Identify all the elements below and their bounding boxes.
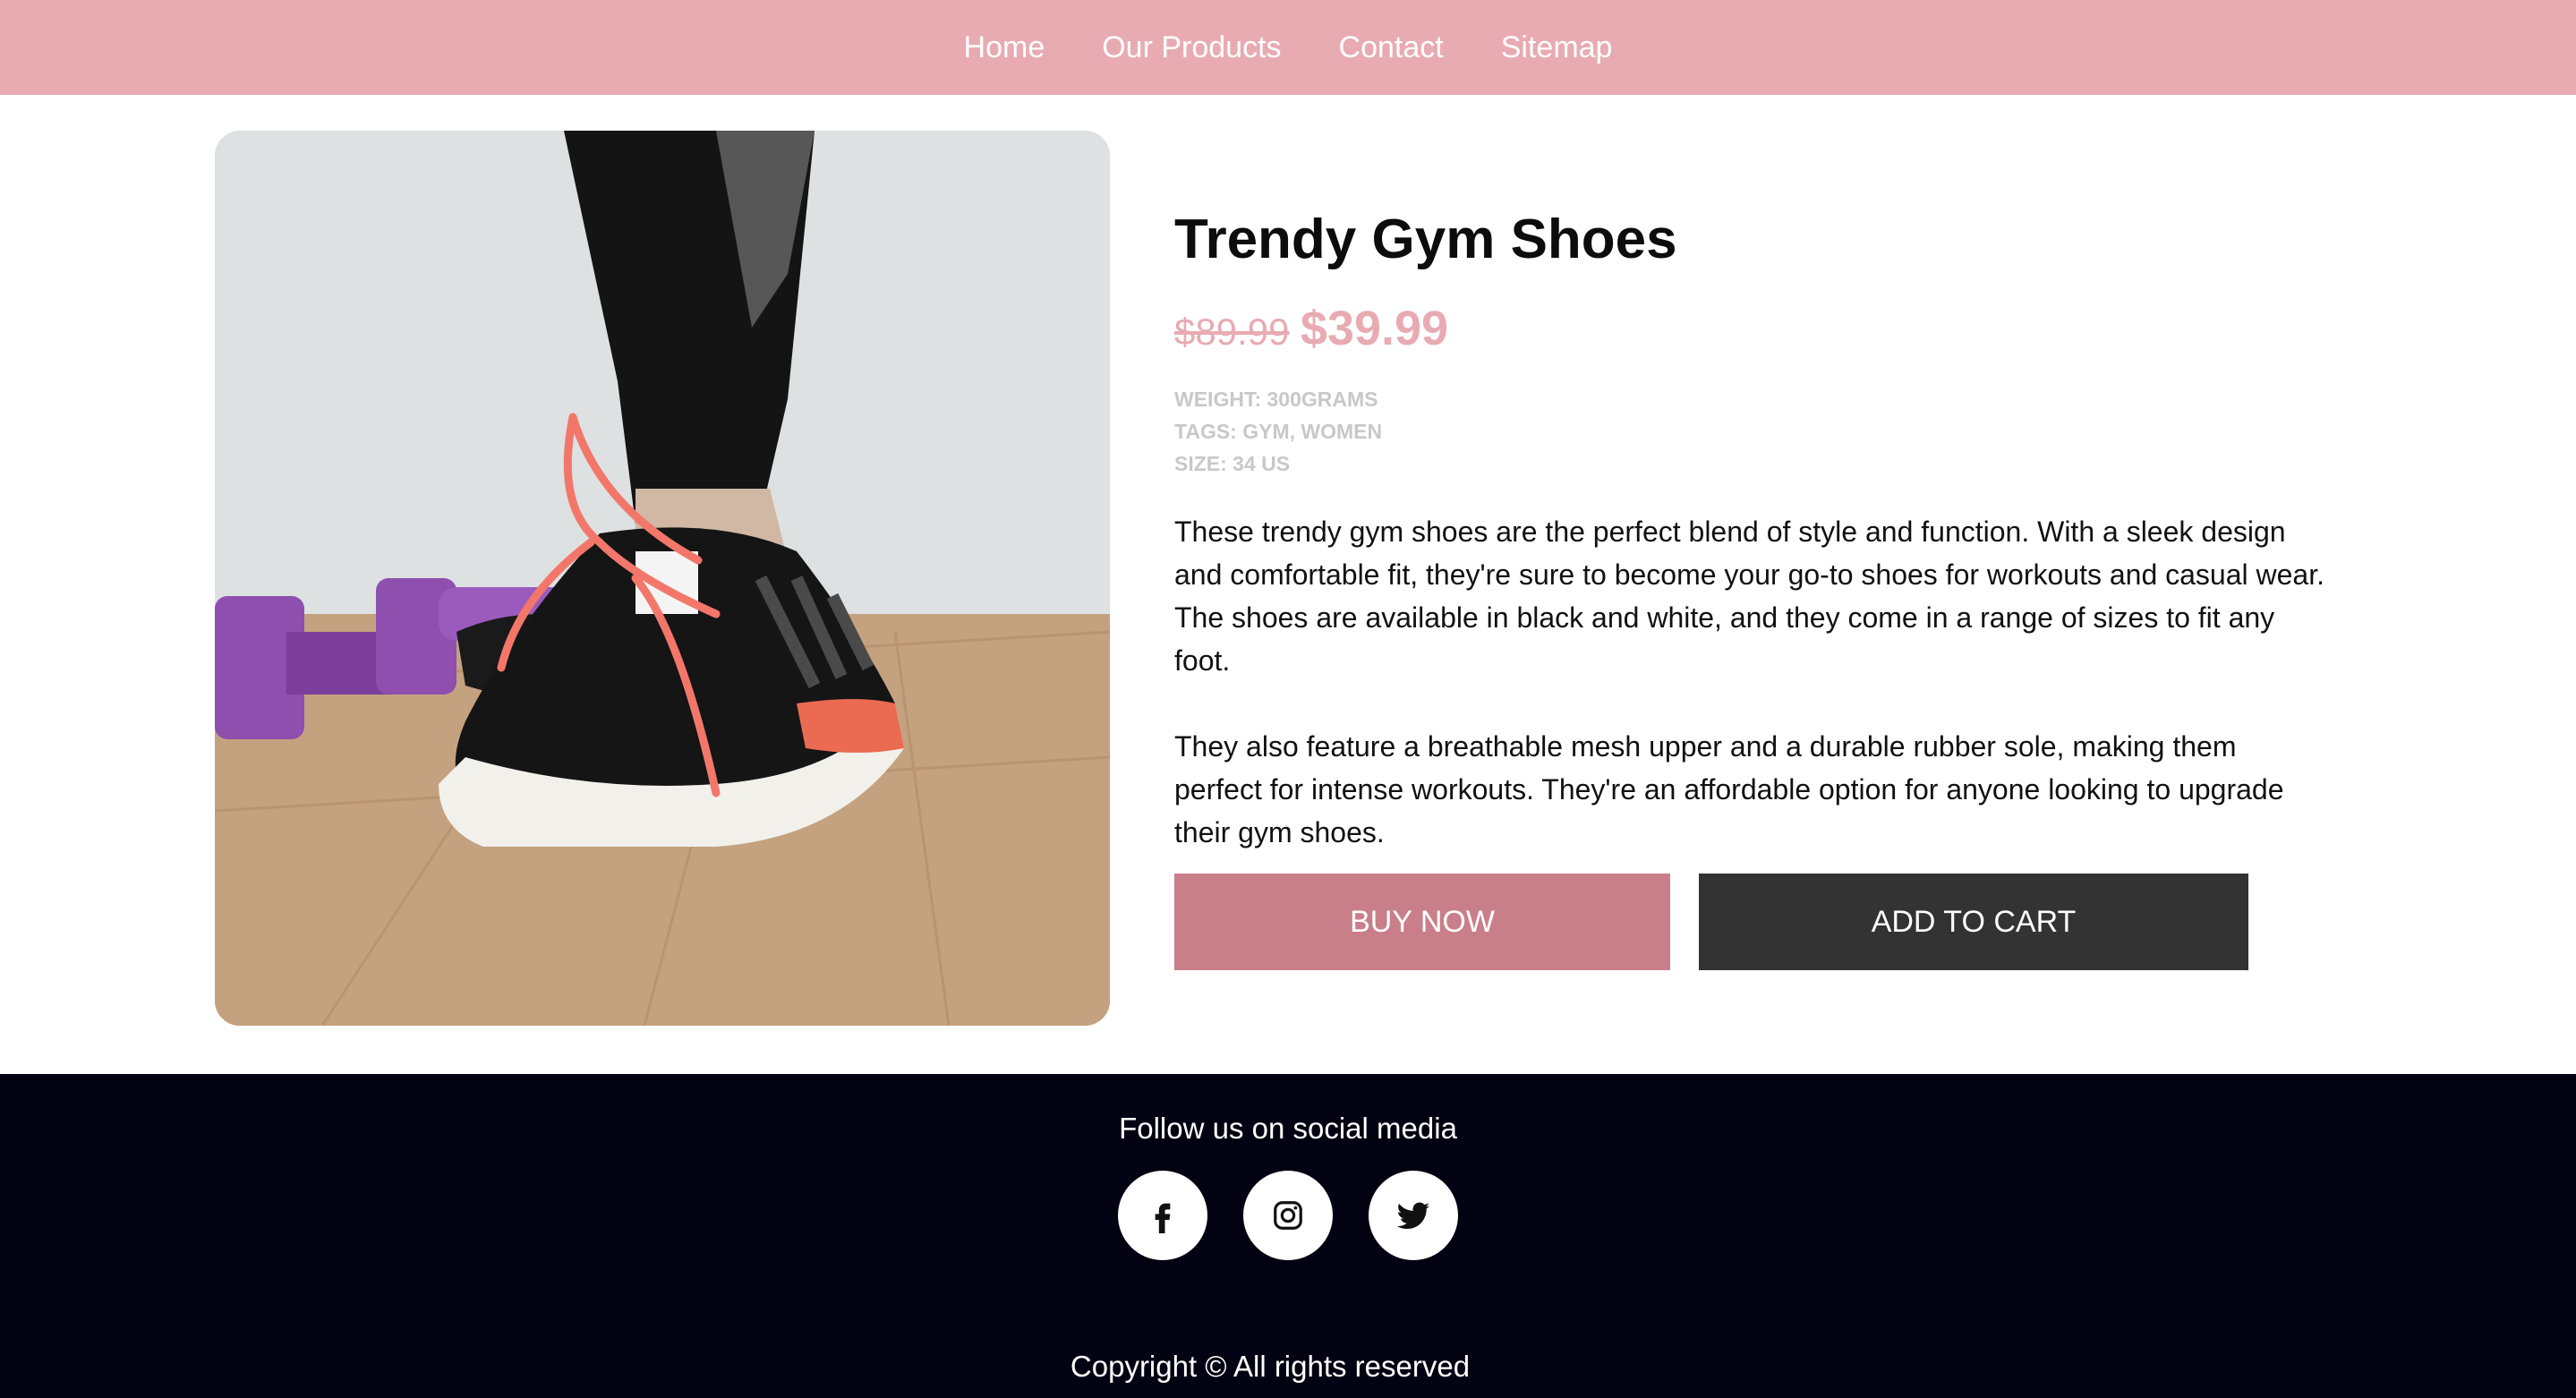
description-paragraph-1: These trendy gym shoes are the perfect b…	[1174, 516, 2324, 677]
nav-contact[interactable]: Contact	[1339, 0, 1444, 95]
nav-sitemap[interactable]: Sitemap	[1501, 0, 1613, 95]
product-description: These trendy gym shoes are the perfect b…	[1174, 510, 2329, 854]
product-meta: WEIGHT: 300GRAMS TAGS: GYM, WOMEN SIZE: …	[1174, 383, 1382, 480]
old-price: $89.99	[1174, 311, 1290, 353]
description-paragraph-2: They also feature a breathable mesh uppe…	[1174, 730, 2284, 848]
shoe-illustration	[215, 131, 1110, 1026]
weight-text: WEIGHT: 300GRAMS	[1174, 388, 1378, 411]
nav-home[interactable]: Home	[964, 0, 1045, 95]
facebook-icon[interactable]	[1118, 1171, 1207, 1260]
nav-our-products[interactable]: Our Products	[1102, 0, 1281, 95]
product-title: Trendy Gym Shoes	[1174, 209, 1677, 270]
size-text: SIZE: 34 US	[1174, 452, 1291, 475]
social-links	[0, 1171, 2576, 1260]
add-to-cart-button[interactable]: ADD TO CART	[1699, 874, 2248, 970]
price-row: $89.99 $39.99	[1174, 301, 1448, 356]
copyright-text: Copyright © All rights reserved	[1070, 1350, 1471, 1383]
current-price: $39.99	[1300, 302, 1449, 355]
buy-now-button[interactable]: BUY NOW	[1174, 874, 1670, 970]
footer: Follow us on social media Copyright © Al…	[0, 1074, 2576, 1398]
top-nav: Home Our Products Contact Sitemap	[0, 0, 2576, 95]
tags-text: TAGS: GYM, WOMEN	[1174, 420, 1383, 443]
instagram-icon[interactable]	[1243, 1171, 1333, 1260]
twitter-icon[interactable]	[1369, 1171, 1458, 1260]
product-image	[215, 131, 1110, 1026]
follow-text: Follow us on social media	[1119, 1112, 1457, 1145]
